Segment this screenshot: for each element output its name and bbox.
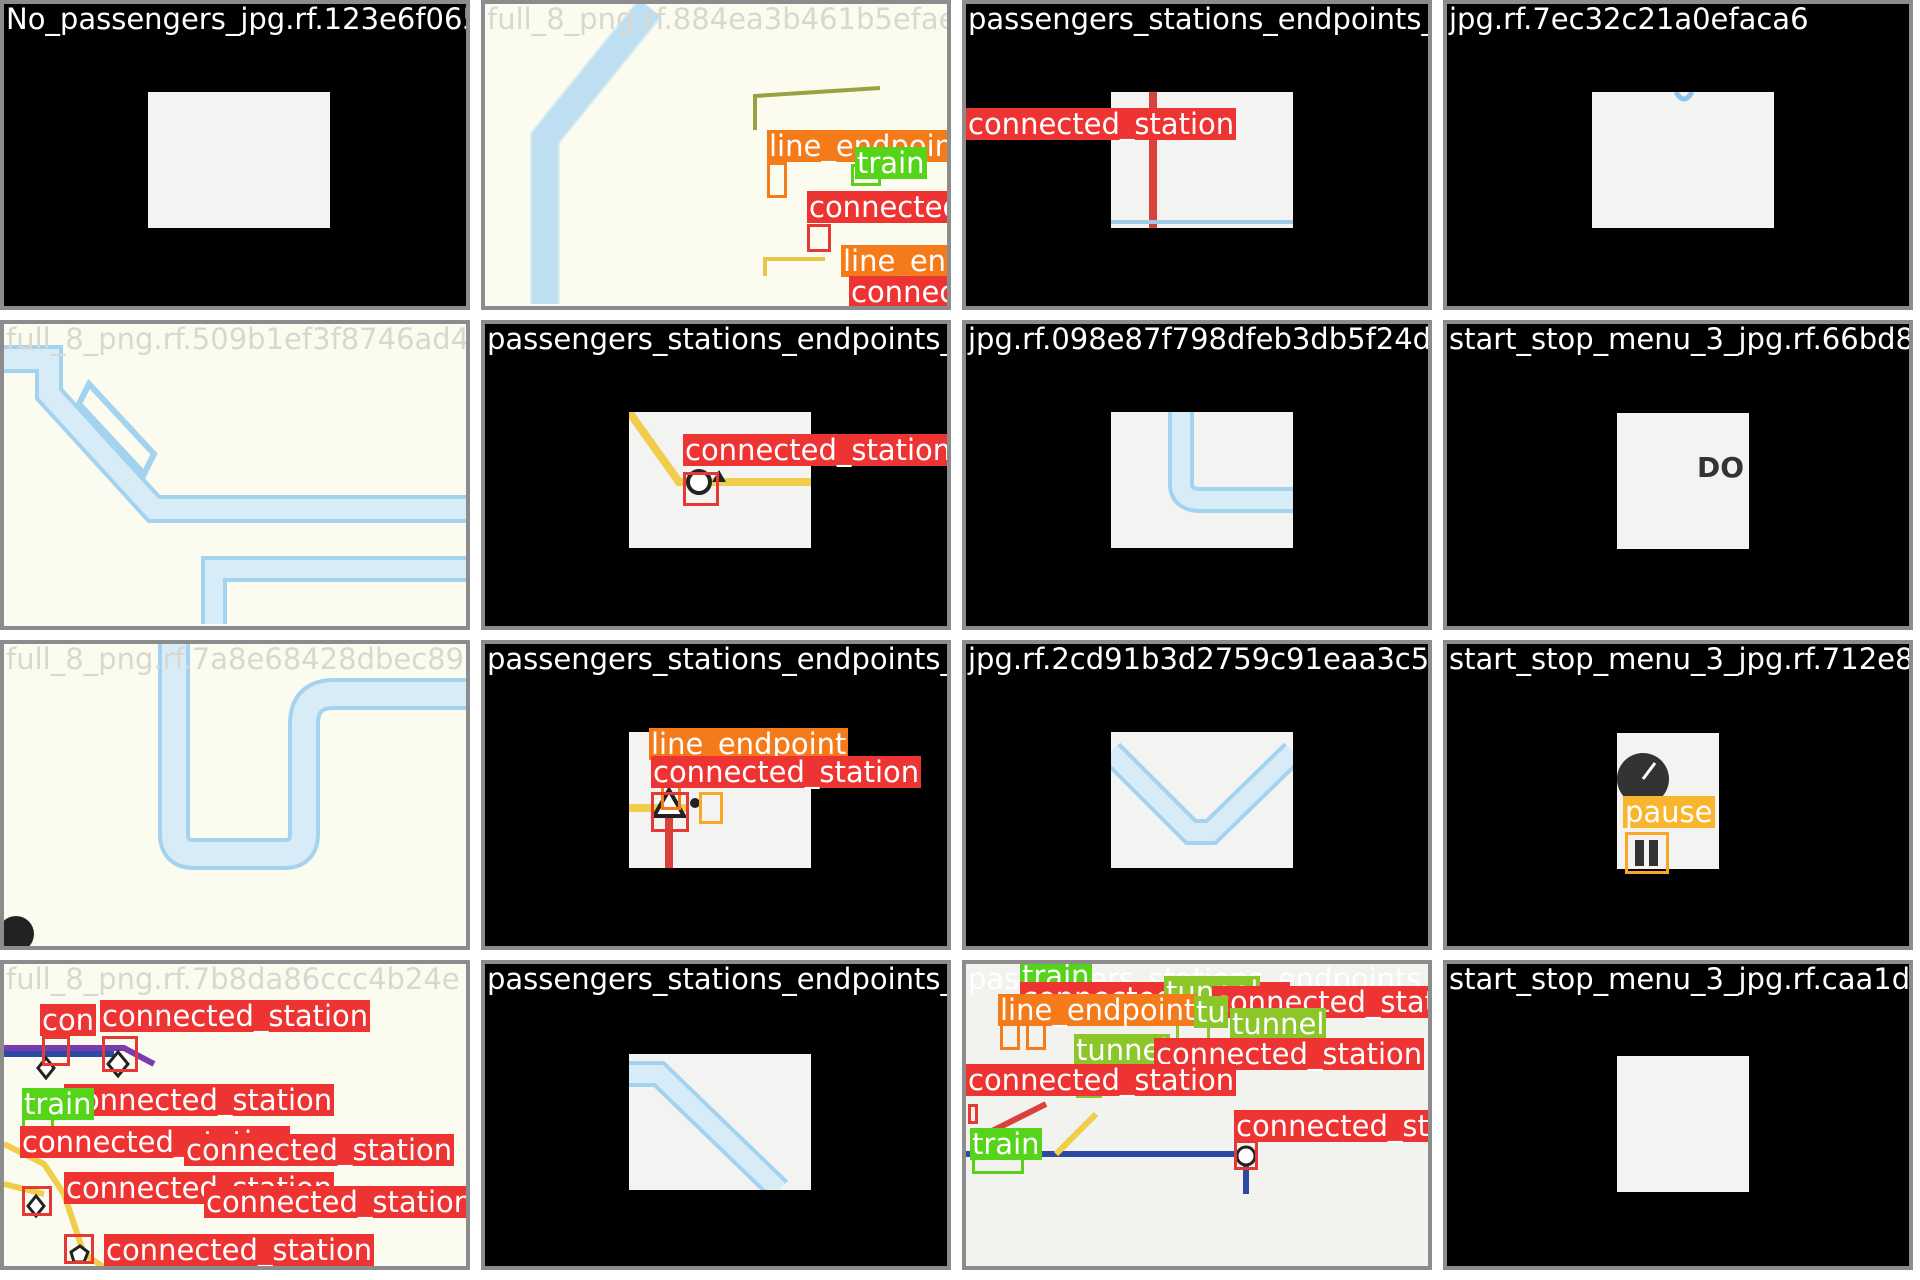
tile-6: connected_station passengers_stations_en… xyxy=(481,320,951,630)
tile-7: jpg.rf.098e87f798dfeb3db5f24d8e0 xyxy=(962,320,1432,630)
pause-box xyxy=(1625,832,1669,874)
tile-8: DO start_stop_menu_3_jpg.rf.66bd8c xyxy=(1443,320,1913,630)
connected-station-box xyxy=(1234,1140,1258,1170)
pause-label: pause xyxy=(1623,795,1715,829)
image-crop xyxy=(1592,92,1774,228)
tile-name: passengers_stations_endpoints_pygame_155 xyxy=(968,2,1432,36)
tile-name: passengers_stations_endpoints_pygame_144 xyxy=(487,322,951,356)
tile-11: jpg.rf.2cd91b3d2759c91eaa3c56f xyxy=(962,640,1432,950)
connected-station-label: connected_station xyxy=(204,1186,466,1218)
connected-station-label: connected_station xyxy=(651,755,922,789)
tile-name: start_stop_menu_3_jpg.rf.712e88 xyxy=(1449,642,1913,676)
connected-station-label: connected_station xyxy=(683,434,947,466)
train-label: train xyxy=(970,1127,1042,1161)
tile-15: train connected_station tunnel connected… xyxy=(962,960,1432,1270)
map-drawing xyxy=(4,644,466,946)
tile-3: connected_station passengers_stations_en… xyxy=(962,0,1432,310)
connected-station-station-label: connected_station_station xyxy=(807,191,947,223)
connected-station-box xyxy=(42,1036,70,1066)
pause-icon-bar-left xyxy=(1635,840,1644,866)
tile-name: jpg.rf.7ec32c21a0efaca6 xyxy=(1449,2,1809,36)
image-crop xyxy=(1617,1056,1749,1192)
tile-16: start_stop_menu_3_jpg.rf.caa1d4 xyxy=(1443,960,1913,1270)
line-endpoint-label: line_endpoint xyxy=(998,993,1198,1027)
tile-name: full_8_png.rf.509b1ef3f8746ad4a xyxy=(6,322,470,356)
connected-station-label: connected_station xyxy=(966,107,1237,141)
tu-label: tu xyxy=(1194,995,1228,1029)
menu-text: DO xyxy=(1697,451,1745,484)
image-crop xyxy=(148,92,330,228)
image-crop xyxy=(629,1054,811,1190)
connected-station-label: connected_station xyxy=(104,1233,375,1267)
tile-9: full_8_png.rf.7a8e68428dbec895e xyxy=(0,640,470,950)
tile-1: No_passengers_jpg.rf.123e6f065 xyxy=(0,0,470,310)
connected-station-box xyxy=(102,1036,138,1072)
tile-name: full_8_png.rf.884ea3b461b5efae2 xyxy=(487,2,951,36)
image-crop: DO xyxy=(1617,413,1749,549)
connected-station-label: connected_station xyxy=(64,1083,335,1117)
connected-station-box xyxy=(683,472,719,506)
tile-name: full_8_png.rf.7b8da86ccc4b24e xyxy=(6,962,460,996)
image-crop xyxy=(1111,732,1293,868)
line-endpoint-box xyxy=(767,162,787,198)
tile-10: line_endpoint connected_station passenge… xyxy=(481,640,951,950)
con-label: con xyxy=(40,1003,97,1037)
connected-station-label: connected_station xyxy=(1234,1110,1428,1142)
pause-icon-bar-right xyxy=(1649,840,1658,866)
tile-name: passengers_stations_endpoints_pygame_644 xyxy=(487,642,951,676)
connected-station-label: connected_station xyxy=(184,1133,455,1167)
tile-name: full_8_png.rf.7a8e68428dbec895e xyxy=(6,642,470,676)
connected-station-label: connected_station xyxy=(100,999,371,1033)
image-crop xyxy=(1111,412,1293,548)
tile-5: full_8_png.rf.509b1ef3f8746ad4a xyxy=(0,320,470,630)
item-box xyxy=(699,792,723,824)
train-label: train xyxy=(22,1087,94,1121)
tile-name: start_stop_menu_3_jpg.rf.caa1d4 xyxy=(1449,962,1913,996)
connected-station-label: connected_station xyxy=(966,1063,1237,1097)
connected-station-box xyxy=(807,224,831,252)
tile-4: jpg.rf.7ec32c21a0efaca6 xyxy=(1443,0,1913,310)
map-drawing xyxy=(4,345,466,624)
tile-14: passengers_stations_endpoints_pygame_750… xyxy=(481,960,951,1270)
line-endpoint-label-2: line_endpoint xyxy=(841,245,947,277)
tile-12: pause start_stop_menu_3_jpg.rf.712e88 xyxy=(1443,640,1913,950)
connected-station-box xyxy=(64,1234,94,1264)
tile-2: line_endpoint train connected_station_st… xyxy=(481,0,951,310)
tile-name: jpg.rf.2cd91b3d2759c91eaa3c56f xyxy=(968,642,1432,676)
tile-name: jpg.rf.098e87f798dfeb3db5f24d8e0 xyxy=(968,322,1432,356)
train-label: train xyxy=(855,146,927,180)
connected-station-label: connected_station xyxy=(849,276,947,306)
connected-station-box xyxy=(22,1186,52,1216)
tile-name: passengers_stations_endpoints_pygame_750… xyxy=(487,962,947,996)
tile-name: start_stop_menu_3_jpg.rf.66bd8c xyxy=(1449,322,1913,356)
tile-name: No_passengers_jpg.rf.123e6f065 xyxy=(6,2,470,36)
tile-13: con connected_station connected_station … xyxy=(0,960,470,1270)
connected-station-box xyxy=(651,792,689,832)
tunnel-label: tunnel xyxy=(1230,1007,1327,1041)
connected-station-box xyxy=(968,1104,978,1124)
